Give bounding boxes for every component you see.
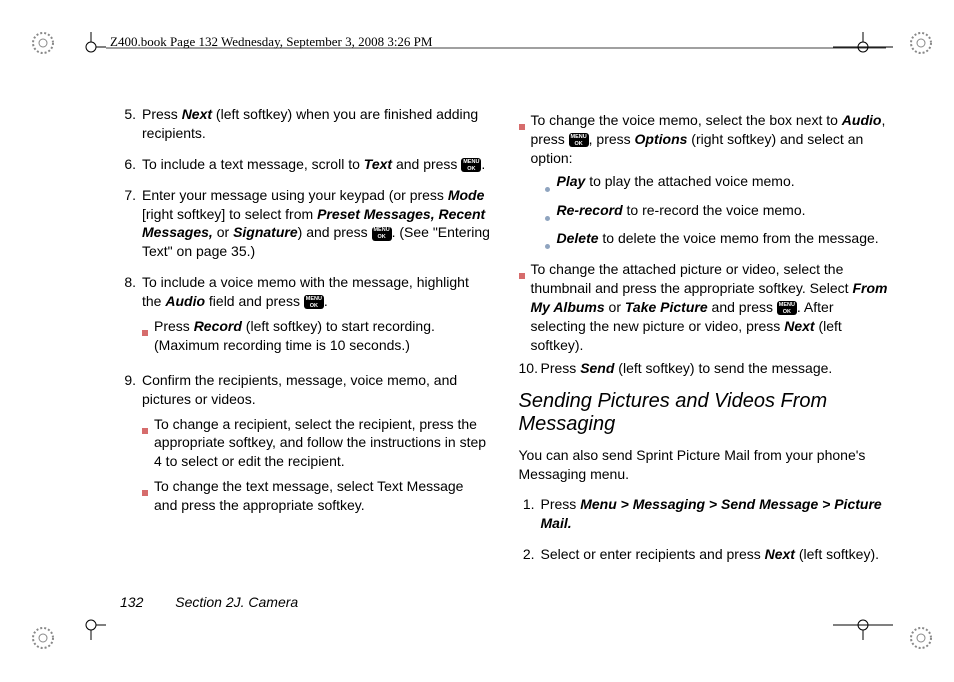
page-number: 132 [120, 594, 143, 610]
menu-ok-icon: MENUOK [461, 158, 481, 172]
list-item: 2.Select or enter recipients and press N… [519, 545, 890, 564]
list-item: 10.Press Send (left softkey) to send the… [519, 359, 890, 378]
menu-ok-icon: MENUOK [777, 301, 797, 315]
list-item: 1.Press Menu > Messaging > Send Message … [519, 495, 890, 533]
crop-mark-top-left [76, 32, 106, 62]
section-heading: Sending Pictures and Videos From Messagi… [519, 390, 890, 436]
sub-item: To change the text message, select Text … [142, 477, 491, 515]
gear-icon [908, 625, 934, 654]
sub-item: To change the attached picture or video,… [519, 260, 890, 354]
page-content: 5.Press Next (left softkey) when you are… [120, 105, 889, 602]
footer-section: Section 2J. Camera [175, 594, 298, 610]
crop-mark-bottom-left [76, 610, 106, 640]
menu-ok-icon: MENUOK [569, 133, 589, 147]
sub-item: Press Record (left softkey) to start rec… [142, 317, 491, 355]
sub-item: To change the voice memo, select the box… [519, 111, 890, 254]
menu-ok-icon: MENUOK [304, 295, 324, 309]
bullet-item: Play to play the attached voice memo. [545, 172, 890, 197]
list-item: 9.Confirm the recipients, message, voice… [120, 371, 491, 519]
list-item: 8.To include a voice memo with the messa… [120, 273, 491, 359]
gear-icon [908, 30, 934, 59]
crop-mark-bottom-right [833, 610, 893, 640]
gear-icon [30, 625, 56, 654]
right-column: To change the voice memo, select the box… [519, 105, 890, 576]
left-column: 5.Press Next (left softkey) when you are… [120, 105, 491, 576]
sub-item: To change a recipient, select the recipi… [142, 415, 491, 472]
header-rule [106, 47, 886, 49]
menu-ok-icon: MENUOK [372, 227, 392, 241]
gear-icon [30, 30, 56, 59]
list-item: 6.To include a text message, scroll to T… [120, 155, 491, 174]
page-footer: 132 Section 2J. Camera [120, 594, 298, 610]
list-item: 5.Press Next (left softkey) when you are… [120, 105, 491, 143]
bullet-item: Re-record to re-record the voice memo. [545, 201, 890, 226]
list-item: 7.Enter your message using your keypad (… [120, 186, 491, 262]
section-paragraph: You can also send Sprint Picture Mail fr… [519, 446, 890, 484]
bullet-item: Delete to delete the voice memo from the… [545, 229, 890, 254]
